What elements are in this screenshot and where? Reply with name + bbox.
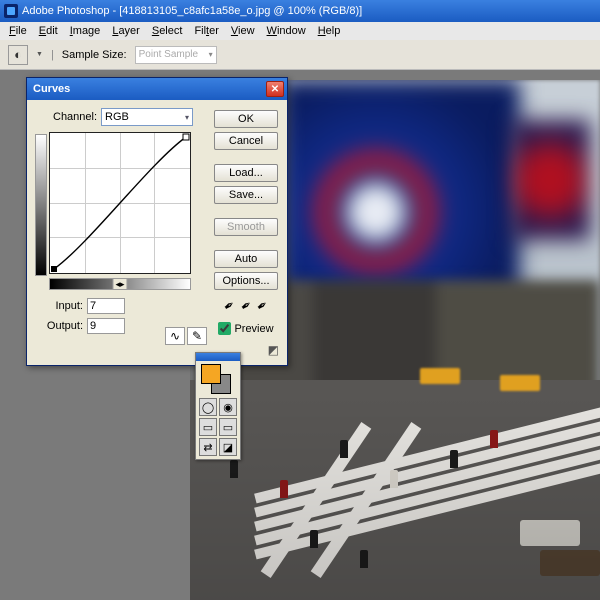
eyedropper-tool-icon[interactable] [8,45,28,65]
gray-eyedropper-icon[interactable]: ✒ [237,296,255,315]
dialog-title: Curves [33,83,70,95]
preview-checkbox[interactable] [218,322,231,335]
channel-value: RGB [105,111,129,123]
jump-to-imageready-icon[interactable]: ⇄ [199,438,217,456]
input-label: Input: [35,300,83,312]
menu-edit[interactable]: Edit [34,24,63,38]
mode-standard-icon[interactable]: ◯ [199,398,217,416]
channel-select[interactable]: RGB ▾ [101,108,193,126]
options-button[interactable]: Options... [214,272,278,290]
horizontal-gradient[interactable] [49,278,191,290]
screen-full-menu-icon[interactable]: ▭ [219,418,237,436]
sample-size-select[interactable]: Point Sample ▾ [135,46,217,64]
curve-pencil-tool[interactable]: ✎ [187,327,207,345]
toolbox-titlebar[interactable] [196,353,240,361]
sample-size-value: Point Sample [139,49,198,60]
menu-layer[interactable]: Layer [107,24,145,38]
chevron-down-icon: ▾ [209,50,213,59]
cancel-button[interactable]: Cancel [214,132,278,150]
curves-dialog: Curves ✕ Channel: RGB ▾ [26,77,288,366]
window-title: Adobe Photoshop - [418813105_c8afc1a58e_… [22,5,362,17]
input-field[interactable] [87,298,125,314]
curves-grid[interactable] [49,132,191,274]
black-eyedropper-icon[interactable]: ✒ [220,296,238,315]
smooth-button: Smooth [214,218,278,236]
menu-file[interactable]: File [4,24,32,38]
preview-label: Preview [234,323,273,335]
white-eyedropper-icon[interactable]: ✒ [254,296,272,315]
window-titlebar: Adobe Photoshop - [418813105_c8afc1a58e_… [0,0,600,22]
foreground-swatch[interactable] [201,364,221,384]
options-bar: ▼ | Sample Size: Point Sample ▾ [0,40,600,70]
output-field[interactable] [87,318,125,334]
channel-label: Channel: [53,111,97,123]
menu-image[interactable]: Image [65,24,106,38]
divider: | [51,49,54,61]
extra-tool-icon[interactable]: ◪ [219,438,237,456]
dialog-titlebar[interactable]: Curves ✕ [27,78,287,100]
curve-point-tool[interactable]: ∿ [165,327,185,345]
chevron-down-icon: ▾ [185,113,189,122]
screen-standard-icon[interactable]: ▭ [199,418,217,436]
app-icon [4,4,18,18]
mode-quickmask-icon[interactable]: ◉ [219,398,237,416]
menu-help[interactable]: Help [313,24,346,38]
color-swatches[interactable] [199,364,237,396]
load-button[interactable]: Load... [214,164,278,182]
menu-select[interactable]: Select [147,24,188,38]
save-button[interactable]: Save... [214,186,278,204]
resize-grip-icon[interactable]: ◩ [268,343,279,357]
menu-view[interactable]: View [226,24,260,38]
tool-dropdown-icon[interactable]: ▼ [36,51,43,58]
close-button[interactable]: ✕ [266,81,284,97]
output-label: Output: [35,320,83,332]
menu-filter[interactable]: Filter [189,24,223,38]
sample-size-label: Sample Size: [62,49,127,61]
menubar: File Edit Image Layer Select Filter View… [0,22,600,40]
auto-button[interactable]: Auto [214,250,278,268]
ok-button[interactable]: OK [214,110,278,128]
mini-toolbox[interactable]: ◯ ◉ ▭ ▭ ⇄ ◪ [195,352,241,460]
menu-window[interactable]: Window [262,24,311,38]
vertical-gradient [35,134,47,276]
